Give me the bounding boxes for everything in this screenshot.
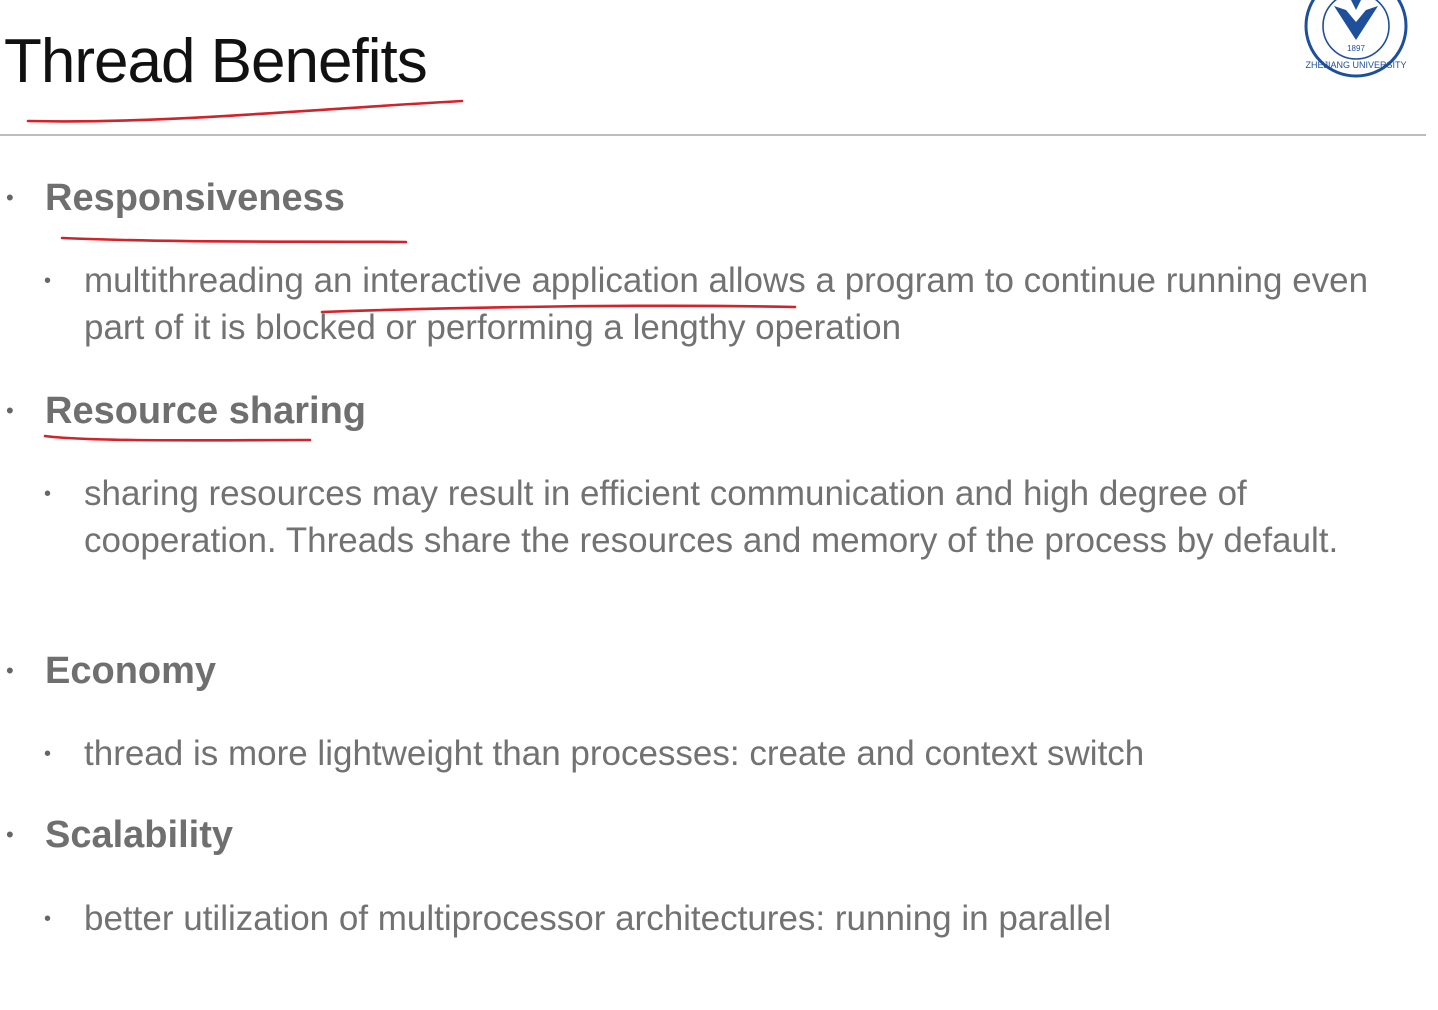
bullet-dot: • xyxy=(6,185,14,210)
slide-title: Thread Benefits xyxy=(4,27,428,96)
body-resource-sharing: sharing resources may result in efficien… xyxy=(84,474,1339,560)
heading-resource-sharing: Resource sharing xyxy=(45,390,366,432)
sub-bullet-dot: • xyxy=(44,908,52,930)
bullet-dot: • xyxy=(6,398,14,423)
body-responsiveness: multithreading an interactive applicatio… xyxy=(84,261,1369,347)
title-divider xyxy=(0,134,1426,136)
sub-bullet-dot: • xyxy=(44,743,52,765)
body-scalability: better utilization of multiprocessor arc… xyxy=(84,899,1112,938)
logo-year: 1897 xyxy=(1347,44,1365,53)
slide: Thread Benefits 1897 ZHEJIANG UNIVERSITY… xyxy=(0,0,1438,1010)
title-underline-stroke xyxy=(26,99,464,123)
sub-bullet-dot: • xyxy=(44,270,52,292)
heading-scalability: Scalability xyxy=(45,814,233,856)
sub-bullet-dot: • xyxy=(44,483,52,505)
logo-name: ZHEJIANG UNIVERSITY xyxy=(1305,60,1406,70)
heading-responsiveness: Responsiveness xyxy=(45,177,345,219)
responsiveness-underline-stroke xyxy=(60,236,408,244)
body-economy: thread is more lightweight than processe… xyxy=(84,734,1145,773)
resource-sharing-underline-stroke xyxy=(43,434,312,442)
zhejiang-university-seal-icon: 1897 ZHEJIANG UNIVERSITY xyxy=(1304,0,1408,78)
bullet-dot: • xyxy=(6,822,14,847)
bullet-dot: • xyxy=(6,658,14,683)
heading-economy: Economy xyxy=(45,650,217,692)
